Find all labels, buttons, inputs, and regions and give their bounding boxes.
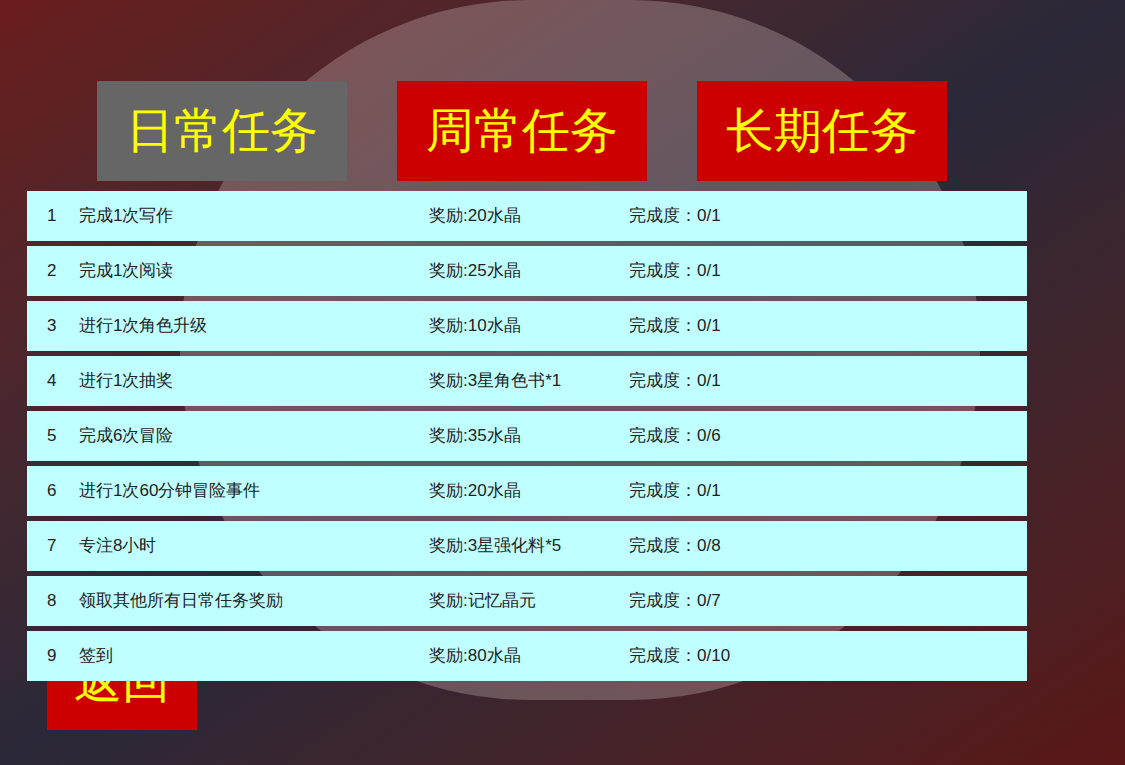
task-name: 领取其他所有日常任务奖励 bbox=[79, 588, 429, 614]
task-row[interactable]: 7专注8小时奖励:3星强化料*5完成度：0/8 bbox=[27, 521, 1027, 571]
task-index: 6 bbox=[47, 478, 79, 504]
task-row[interactable]: 3进行1次角色升级奖励:10水晶完成度：0/1 bbox=[27, 301, 1027, 351]
task-progress: 完成度：0/6 bbox=[629, 423, 721, 449]
task-index: 3 bbox=[47, 313, 79, 339]
task-name: 进行1次抽奖 bbox=[79, 368, 429, 394]
task-reward: 奖励:20水晶 bbox=[429, 478, 629, 504]
tab-bar: 日常任务周常任务长期任务 bbox=[0, 0, 1125, 181]
task-index: 5 bbox=[47, 423, 79, 449]
task-name: 进行1次角色升级 bbox=[79, 313, 429, 339]
task-name: 签到 bbox=[79, 643, 429, 669]
task-row[interactable]: 2完成1次阅读奖励:25水晶完成度：0/1 bbox=[27, 246, 1027, 296]
task-row[interactable]: 5完成6次冒险奖励:35水晶完成度：0/6 bbox=[27, 411, 1027, 461]
task-progress: 完成度：0/10 bbox=[629, 643, 730, 669]
task-row[interactable]: 9签到奖励:80水晶完成度：0/10 bbox=[27, 631, 1027, 681]
tab[interactable]: 日常任务 bbox=[97, 81, 347, 181]
task-row[interactable]: 8领取其他所有日常任务奖励奖励:记忆晶元完成度：0/7 bbox=[27, 576, 1027, 626]
task-progress: 完成度：0/1 bbox=[629, 368, 721, 394]
task-name: 完成6次冒险 bbox=[79, 423, 429, 449]
task-progress: 完成度：0/1 bbox=[629, 203, 721, 229]
task-progress: 完成度：0/8 bbox=[629, 533, 721, 559]
task-progress: 完成度：0/7 bbox=[629, 588, 721, 614]
task-reward: 奖励:25水晶 bbox=[429, 258, 629, 284]
task-name: 完成1次写作 bbox=[79, 203, 429, 229]
tab[interactable]: 长期任务 bbox=[697, 81, 947, 181]
task-index: 2 bbox=[47, 258, 79, 284]
task-reward: 奖励:10水晶 bbox=[429, 313, 629, 339]
task-row[interactable]: 6进行1次60分钟冒险事件奖励:20水晶完成度：0/1 bbox=[27, 466, 1027, 516]
task-name: 专注8小时 bbox=[79, 533, 429, 559]
task-index: 8 bbox=[47, 588, 79, 614]
task-name: 完成1次阅读 bbox=[79, 258, 429, 284]
task-list: 1完成1次写作奖励:20水晶完成度：0/12完成1次阅读奖励:25水晶完成度：0… bbox=[0, 181, 1125, 681]
task-index: 9 bbox=[47, 643, 79, 669]
task-reward: 奖励:记忆晶元 bbox=[429, 588, 629, 614]
task-name: 进行1次60分钟冒险事件 bbox=[79, 478, 429, 504]
task-index: 1 bbox=[47, 203, 79, 229]
task-progress: 完成度：0/1 bbox=[629, 258, 721, 284]
task-reward: 奖励:35水晶 bbox=[429, 423, 629, 449]
task-reward: 奖励:3星强化料*5 bbox=[429, 533, 629, 559]
task-screen: 返回日常任务周常任务长期任务1完成1次写作奖励:20水晶完成度：0/12完成1次… bbox=[0, 0, 1125, 765]
task-progress: 完成度：0/1 bbox=[629, 313, 721, 339]
task-index: 7 bbox=[47, 533, 79, 559]
task-reward: 奖励:3星角色书*1 bbox=[429, 368, 629, 394]
task-row[interactable]: 4进行1次抽奖奖励:3星角色书*1完成度：0/1 bbox=[27, 356, 1027, 406]
task-reward: 奖励:20水晶 bbox=[429, 203, 629, 229]
task-progress: 完成度：0/1 bbox=[629, 478, 721, 504]
task-row[interactable]: 1完成1次写作奖励:20水晶完成度：0/1 bbox=[27, 191, 1027, 241]
tab[interactable]: 周常任务 bbox=[397, 81, 647, 181]
task-index: 4 bbox=[47, 368, 79, 394]
task-reward: 奖励:80水晶 bbox=[429, 643, 629, 669]
